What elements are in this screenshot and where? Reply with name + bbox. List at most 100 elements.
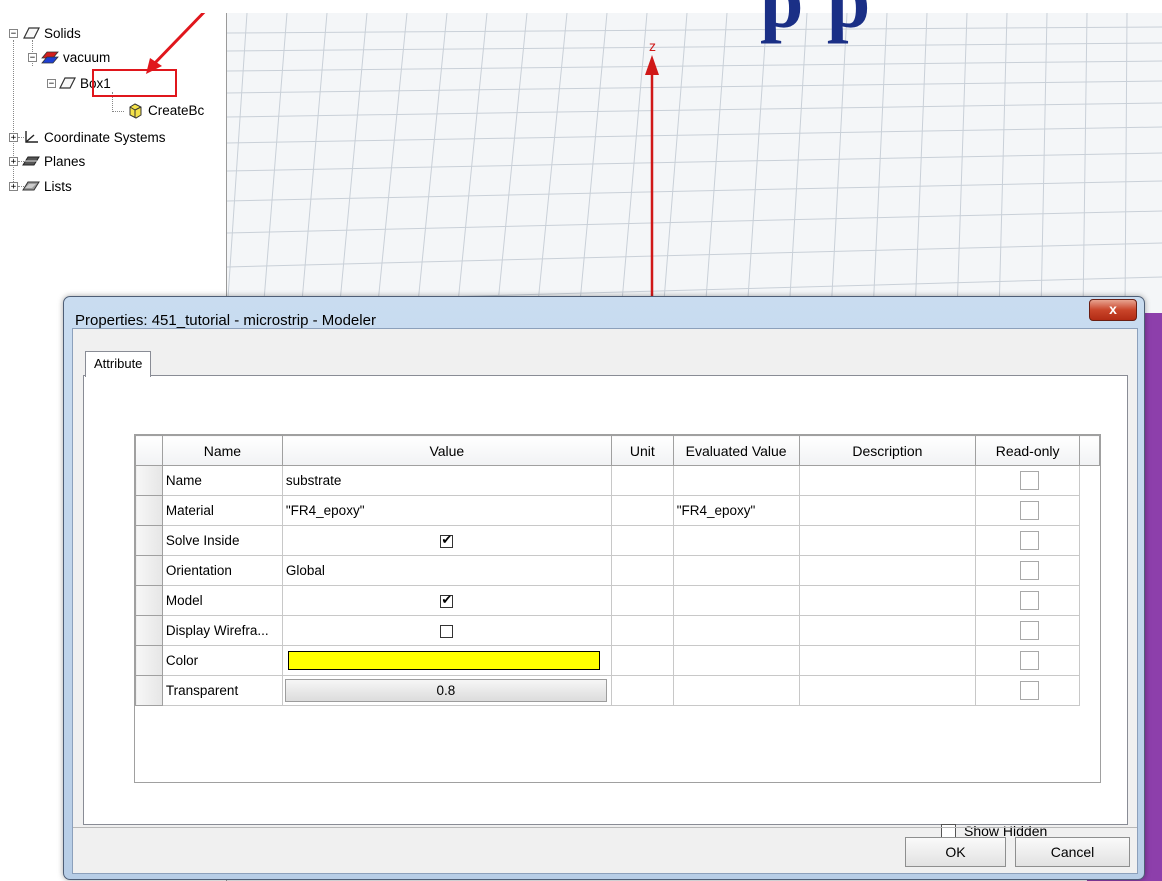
read-only-cell [975, 585, 1081, 616]
read-only-cell [975, 645, 1081, 676]
transparency-button[interactable]: 0.8 [284, 679, 607, 702]
tab-pane: Name Value Unit Evaluated Value Descript… [83, 375, 1128, 839]
property-description[interactable] [798, 495, 977, 526]
annotation-arrow [146, 4, 212, 74]
list-icon [22, 179, 40, 193]
tree-item-label: Planes [44, 153, 86, 169]
divider [73, 827, 1137, 828]
title-strip [0, 0, 1162, 13]
column-header-description[interactable]: Description [798, 435, 977, 466]
z-axis-label: z [649, 38, 656, 54]
read-only-checkbox [1019, 681, 1039, 700]
row-header[interactable] [135, 585, 163, 616]
filler-cell [1080, 526, 1100, 556]
tree-item-createbox[interactable]: CreateBc [126, 101, 204, 119]
read-only-cell [975, 615, 1081, 646]
property-description[interactable] [798, 675, 977, 706]
slide-heading-fragment: p p [760, 0, 873, 44]
property-evaluated: "FR4_epoxy" [672, 495, 800, 526]
property-name: Model [161, 585, 283, 616]
property-value[interactable] [281, 525, 612, 556]
property-name: Solve Inside [161, 525, 283, 556]
filler-cell [1080, 496, 1100, 526]
tree-item-label: Lists [44, 178, 72, 194]
read-only-cell [975, 495, 1081, 526]
tab-attribute[interactable]: Attribute [85, 351, 152, 377]
property-value[interactable] [281, 645, 612, 676]
row-header[interactable] [135, 555, 163, 586]
row-header[interactable] [135, 525, 163, 556]
property-evaluated [672, 645, 800, 676]
property-description[interactable] [798, 555, 977, 586]
row-header[interactable] [135, 675, 163, 706]
column-header-name[interactable]: Name [161, 435, 283, 466]
ok-button[interactable]: OK [905, 837, 1006, 867]
row-header[interactable] [135, 645, 163, 676]
column-header-read-only[interactable]: Read-only [975, 435, 1081, 466]
property-value[interactable] [281, 615, 612, 646]
read-only-cell [975, 675, 1081, 706]
property-description[interactable] [798, 465, 977, 496]
property-description[interactable] [798, 615, 977, 646]
model-checkbox[interactable] [440, 592, 454, 608]
filler-cell [1080, 646, 1100, 676]
property-name: Name [161, 465, 283, 496]
solve-inside-checkbox[interactable] [440, 532, 454, 548]
close-button[interactable]: x [1089, 299, 1137, 321]
table-row[interactable]: Solve Inside [135, 525, 1100, 556]
property-unit [610, 585, 674, 616]
row-header[interactable] [135, 465, 163, 496]
property-unit [610, 495, 674, 526]
property-unit [610, 555, 674, 586]
row-header[interactable] [135, 495, 163, 526]
filler-cell [1080, 556, 1100, 586]
row-header[interactable] [135, 615, 163, 646]
expand-toggle[interactable]: + [9, 132, 18, 142]
create-box-icon [126, 103, 144, 119]
read-only-checkbox [1019, 531, 1039, 550]
property-evaluated [672, 615, 800, 646]
column-header-value[interactable]: Value [281, 435, 612, 466]
tree-item-label: Coordinate Systems [44, 129, 166, 145]
plane-icon [22, 154, 40, 168]
dialog-body: Attribute Name Value Unit Evaluated Valu… [72, 328, 1138, 874]
property-name: Orientation [161, 555, 283, 586]
property-value[interactable]: Global [281, 555, 612, 586]
read-only-checkbox [1019, 561, 1039, 580]
property-unit [610, 645, 674, 676]
tree-item-planes[interactable]: + Planes [9, 152, 85, 170]
table-row[interactable]: Color [135, 645, 1100, 676]
property-description[interactable] [798, 585, 977, 616]
column-header-evaluated-value[interactable]: Evaluated Value [672, 435, 800, 466]
property-description[interactable] [798, 525, 977, 556]
tree-item-coordinate-systems[interactable]: + Coordinate Systems [9, 128, 166, 146]
table-row[interactable]: Material "FR4_epoxy" "FR4_epoxy" [135, 495, 1100, 526]
property-value[interactable]: 0.8 [281, 675, 612, 706]
property-value[interactable] [281, 585, 612, 616]
table-row[interactable]: Display Wirefra... [135, 615, 1100, 646]
property-value[interactable]: "FR4_epoxy" [281, 495, 612, 526]
table-row[interactable]: Orientation Global [135, 555, 1100, 586]
read-only-cell [975, 525, 1081, 556]
property-value[interactable]: substrate [281, 465, 612, 496]
tree-item-lists[interactable]: + Lists [9, 177, 72, 195]
expand-toggle[interactable]: + [9, 156, 18, 166]
property-unit [610, 525, 674, 556]
cancel-button[interactable]: Cancel [1015, 837, 1130, 867]
column-header-unit[interactable]: Unit [610, 435, 674, 466]
property-evaluated [672, 555, 800, 586]
row-header-corner [135, 435, 163, 466]
table-row[interactable]: Model [135, 585, 1100, 616]
grid-header-row: Name Value Unit Evaluated Value Descript… [135, 435, 1100, 466]
property-name: Transparent [161, 675, 283, 706]
table-row[interactable]: Transparent 0.8 [135, 675, 1100, 706]
property-evaluated [672, 525, 800, 556]
property-unit [610, 615, 674, 646]
color-swatch[interactable] [287, 651, 600, 670]
display-wireframe-checkbox[interactable] [440, 624, 454, 638]
table-row[interactable]: Name substrate [135, 465, 1100, 496]
property-description[interactable] [798, 645, 977, 676]
read-only-checkbox [1019, 591, 1039, 610]
tree-item-label: CreateBc [148, 102, 205, 118]
expand-toggle[interactable]: + [9, 181, 18, 191]
